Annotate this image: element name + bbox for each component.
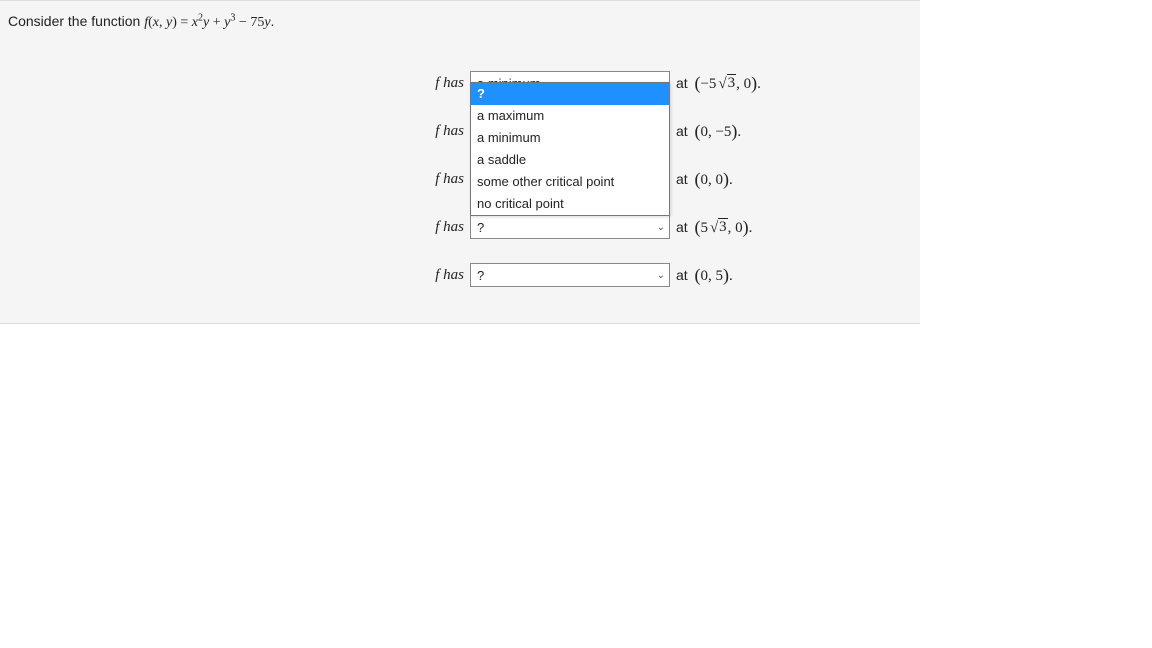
dropdown-option[interactable]: a maximum [471, 105, 669, 127]
stem-function: f(x, y) = x2y + y3 − 75y [144, 15, 270, 30]
row-point: at (53, 0). [670, 217, 752, 238]
row-label: f has [426, 267, 470, 284]
row-label: f has [426, 171, 470, 188]
answer-rows: f has a minimum ⌄ at (−53, 0). ? a maxim… [426, 59, 912, 299]
dropdown-list: ? a maximum a minimum a saddle some othe… [470, 82, 670, 216]
select-value: ? [477, 220, 484, 235]
stem-suffix: . [271, 13, 275, 29]
critical-type-select[interactable]: ? ⌄ [470, 263, 670, 287]
row-label: f has [426, 123, 470, 140]
dropdown-option[interactable]: some other critical point [471, 171, 669, 193]
dropdown-option[interactable]: a minimum [471, 127, 669, 149]
row-point: at (−53, 0). [670, 73, 761, 94]
dropdown-option[interactable]: ? [471, 83, 669, 105]
chevron-down-icon: ⌄ [657, 222, 665, 233]
row-label: f has [426, 219, 470, 236]
chevron-down-icon: ⌄ [657, 270, 665, 281]
critical-type-select[interactable]: ? ⌄ [470, 215, 670, 239]
select-wrap: ? ⌄ [470, 215, 670, 239]
row-point: at (0, −5). [670, 121, 741, 142]
stem-prefix: Consider the function [8, 13, 144, 29]
problem-panel: Consider the function f(x, y) = x2y + y3… [0, 0, 920, 324]
row-point: at (0, 5). [670, 265, 733, 286]
answer-row: f has ? ⌄ at (0, 5). [426, 251, 912, 299]
dropdown-option[interactable]: a saddle [471, 149, 669, 171]
row-label: f has [426, 75, 470, 92]
answer-row: f has a minimum ⌄ at (−53, 0). ? a maxim… [426, 59, 912, 107]
row-point: at (0, 0). [670, 169, 733, 190]
problem-stem: Consider the function f(x, y) = x2y + y3… [8, 13, 912, 31]
select-wrap: ? ⌄ [470, 263, 670, 287]
select-value: ? [477, 268, 484, 283]
dropdown-option[interactable]: no critical point [471, 193, 669, 215]
